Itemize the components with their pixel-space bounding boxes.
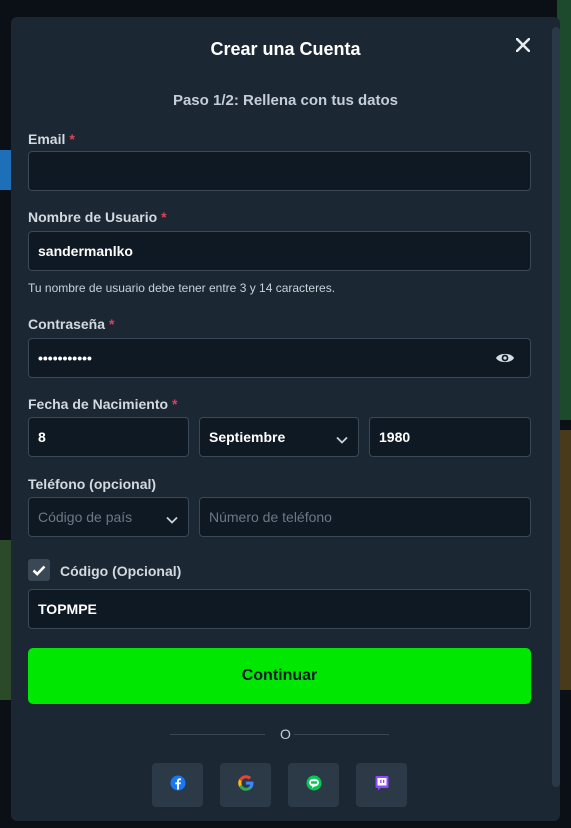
code-label: Código (Opcional) [60,563,182,579]
eye-icon[interactable] [495,351,515,368]
password-label-text: Contraseña [28,316,106,332]
password-value: ••••••••••• [38,350,92,366]
birthdate-label: Fecha de Nacimiento * [28,396,178,412]
required-mark: * [161,209,167,225]
continue-button[interactable]: Continuar [28,648,531,704]
line-login-button[interactable] [288,763,339,807]
phone-number-field[interactable]: Número de teléfono [199,497,531,537]
birthdate-month-value: Septiembre [209,429,286,445]
required-mark: * [69,131,75,147]
email-label-text: Email [28,131,66,147]
birthdate-year-value: 1980 [379,429,411,445]
step-indicator: Paso 1/2: Rellena con tus datos [172,92,399,109]
password-label: Contraseña * [28,316,114,332]
twitch-icon [374,775,390,796]
or-divider-text: O [280,726,291,742]
google-icon [237,774,254,796]
country-code-placeholder: Código de país [38,509,133,525]
birthdate-month-select[interactable]: Septiembre [199,417,359,457]
chevron-down-icon [166,511,178,527]
username-value: sandermanlko [38,243,133,259]
twitch-login-button[interactable] [356,763,407,807]
google-login-button[interactable] [220,763,271,807]
required-mark: * [109,316,115,332]
code-checkbox[interactable] [28,559,50,581]
chevron-down-icon [336,431,348,447]
email-field[interactable] [28,151,531,191]
password-field[interactable]: ••••••••••• [28,338,531,378]
birthdate-day-field[interactable]: 8 [28,417,189,457]
facebook-login-button[interactable] [152,763,203,807]
username-label: Nombre de Usuario * [28,209,167,225]
phone-label: Teléfono (opcional) [28,476,157,492]
birthdate-day-value: 8 [38,429,46,445]
birthdate-year-field[interactable]: 1980 [369,417,531,457]
line-icon [306,775,322,796]
country-code-select[interactable]: Código de país [28,497,189,537]
facebook-icon [170,775,186,796]
close-icon[interactable] [511,33,535,57]
username-label-text: Nombre de Usuario [28,209,158,225]
username-field[interactable]: sandermanlko [28,231,531,271]
birthdate-label-text: Fecha de Nacimiento [28,396,169,412]
required-mark: * [172,396,178,412]
register-modal: Crear una Cuenta Paso 1/2: Rellena con t… [11,17,560,821]
username-hint: Tu nombre de usuario debe tener entre 3 … [28,281,336,295]
phone-number-placeholder: Número de teléfono [209,509,332,525]
modal-title: Crear una Cuenta [210,39,361,59]
code-field[interactable]: TOPMPE [28,589,531,629]
modal-scrollbar[interactable] [552,27,560,787]
code-value: TOPMPE [38,601,97,617]
email-label: Email * [28,131,75,147]
